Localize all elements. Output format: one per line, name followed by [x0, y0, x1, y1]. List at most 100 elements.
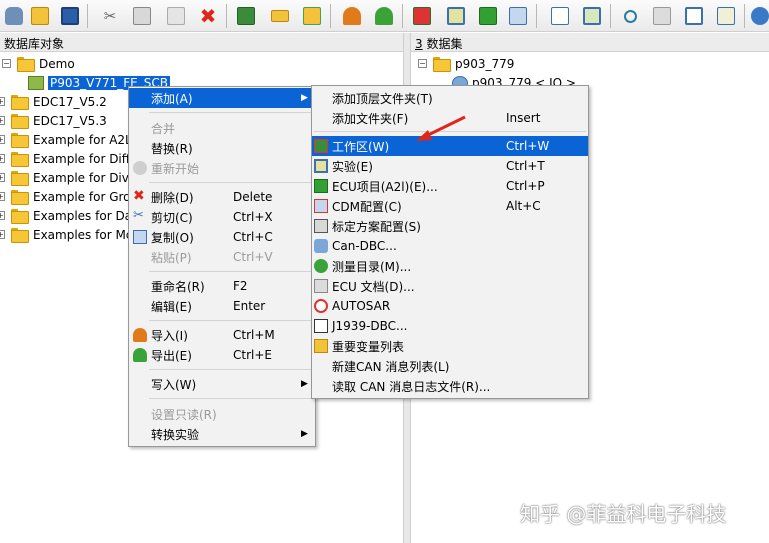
expand-toggle[interactable]: +: [0, 192, 5, 201]
expand-toggle[interactable]: +: [0, 211, 5, 220]
submenu-item-new-can-list[interactable]: 新建CAN 消息列表(L): [312, 356, 588, 376]
menu-item-import[interactable]: 导入(I) Ctrl+M: [129, 325, 315, 345]
ecu-icon[interactable]: [476, 4, 500, 28]
context-menu: 添加(A) ▶ 合并 替换(R) 重新开始 ✖ 删除(D) Delete ✂ 剪…: [128, 86, 316, 447]
menu-item-export[interactable]: 导出(E) Ctrl+E: [129, 345, 315, 365]
submenu-item-ecu-doc[interactable]: ECU 文档(D)...: [312, 276, 588, 296]
menu-separator: [149, 398, 313, 399]
report-icon[interactable]: [714, 4, 738, 28]
submenu-item-can-dbc[interactable]: Can-DBC...: [312, 236, 588, 256]
expand-toggle[interactable]: +: [0, 230, 5, 239]
menu-item-label: 重新开始: [151, 161, 200, 176]
submenu-arrow-icon: ▶: [301, 93, 308, 103]
menu-item-label: 添加文件夹(F): [332, 111, 409, 126]
submenu-item-j1939[interactable]: J1939-DBC...: [312, 316, 588, 336]
copy-icon[interactable]: [130, 4, 154, 28]
menu-item-shortcut: Enter: [233, 299, 266, 313]
menu-item-label: 读取 CAN 消息日志文件(R)...: [332, 379, 491, 394]
menu-item-label: 重要变量列表: [332, 339, 405, 354]
cut-icon[interactable]: ✂: [98, 4, 122, 28]
menu-item-restart[interactable]: 重新开始: [129, 158, 315, 178]
tree-item-label: Demo: [39, 56, 75, 71]
checklist-icon[interactable]: [548, 4, 572, 28]
submenu-item-add-top-folder[interactable]: 添加顶层文件夹(T): [312, 88, 588, 108]
menu-item-set-readonly[interactable]: 设置只读(R): [129, 404, 315, 424]
submenu-item-experiment[interactable]: 实验(E) Ctrl+T: [312, 156, 588, 176]
tree-item-demo[interactable]: − Demo: [2, 54, 75, 73]
save-icon[interactable]: [58, 4, 82, 28]
menu-item-paste[interactable]: 粘贴(P) Ctrl+V: [129, 247, 315, 267]
flag-icon[interactable]: [410, 4, 434, 28]
submenu-item-read-can-log[interactable]: 读取 CAN 消息日志文件(R)...: [312, 376, 588, 396]
menu-item-convert-experiment[interactable]: 转换实验 ▶: [129, 424, 315, 444]
tree-item-label: EDC17_V5.3: [33, 113, 107, 128]
pane-number: 3: [415, 37, 423, 51]
menu-item-delete[interactable]: ✖ 删除(D) Delete: [129, 187, 315, 207]
toolbar: ✂ ✖: [0, 0, 769, 32]
tree-item[interactable]: + Examples for Da: [0, 206, 132, 225]
menu-item-shortcut: Ctrl+C: [233, 230, 273, 244]
edit-window-icon[interactable]: [580, 4, 604, 28]
toolbar-separator: [402, 4, 403, 28]
menu-item-rename[interactable]: 重命名(R) F2: [129, 276, 315, 296]
tree-item[interactable]: + Example for A2L: [0, 130, 132, 149]
workspace-icon[interactable]: [234, 4, 258, 28]
expand-toggle[interactable]: +: [0, 135, 5, 144]
hierarchy-icon[interactable]: [268, 4, 292, 28]
collapse-toggle[interactable]: −: [2, 59, 11, 68]
menu-item-copy[interactable]: 复制(O) Ctrl+C: [129, 227, 315, 247]
measure-icon[interactable]: [444, 4, 468, 28]
menu-item-label: 剪切(C): [151, 210, 193, 225]
submenu-item-autosar[interactable]: AUTOSAR: [312, 296, 588, 316]
tree-item[interactable]: + EDC17_V5.3: [0, 111, 107, 130]
menu-item-label: 粘贴(P): [151, 250, 192, 265]
menu-item-shortcut: Ctrl+M: [233, 328, 275, 342]
menu-item-add[interactable]: 添加(A) ▶: [129, 88, 315, 108]
submenu-item-ecu-project[interactable]: ECU项目(A2l)(E)... Ctrl+P: [312, 176, 588, 196]
submenu-arrow-icon: ▶: [301, 379, 308, 389]
menu-separator: [149, 320, 313, 321]
menu-item-label: 导出(E): [151, 348, 192, 363]
tree-item[interactable]: + Examples for Mc: [0, 225, 132, 244]
database-icon[interactable]: [2, 4, 26, 28]
split-icon[interactable]: [682, 4, 706, 28]
menu-item-replace[interactable]: 替换(R): [129, 138, 315, 158]
menu-item-label: 工作区(W): [332, 139, 390, 154]
submenu-item-measure-catalog[interactable]: 测量目录(M)...: [312, 256, 588, 276]
submenu-item-important-vars[interactable]: 重要变量列表: [312, 336, 588, 356]
tree-item[interactable]: + Example for Dive: [0, 168, 136, 187]
submenu-item-calibration-config[interactable]: 标定方案配置(S): [312, 216, 588, 236]
menu-item-label: 新建CAN 消息列表(L): [332, 359, 450, 374]
search-icon[interactable]: [618, 4, 642, 28]
add-tree-icon[interactable]: [300, 4, 324, 28]
paste-icon[interactable]: [164, 4, 188, 28]
tree-item-p903-779[interactable]: − p903_779: [418, 54, 514, 73]
copy-doc-icon[interactable]: [650, 4, 674, 28]
menu-item-write[interactable]: 写入(W) ▶: [129, 374, 315, 394]
menu-item-label: 删除(D): [151, 190, 194, 205]
expand-toggle[interactable]: +: [0, 97, 5, 106]
export-icon[interactable]: [372, 4, 396, 28]
menu-item-cut[interactable]: ✂ 剪切(C) Ctrl+X: [129, 207, 315, 227]
menu-item-merge[interactable]: 合并: [129, 118, 315, 138]
expand-toggle[interactable]: +: [0, 154, 5, 163]
open-folder-icon[interactable]: [28, 4, 52, 28]
menu-separator: [149, 112, 313, 113]
collapse-toggle[interactable]: −: [418, 59, 427, 68]
expand-toggle[interactable]: +: [0, 116, 5, 125]
tree-item[interactable]: + Example for Diff: [0, 149, 130, 168]
expand-toggle[interactable]: +: [0, 173, 5, 182]
toolbar-separator: [744, 4, 745, 28]
submenu-item-cdm-config[interactable]: CDM配置(C) Alt+C: [312, 196, 588, 216]
package-icon: [28, 75, 44, 90]
menu-item-edit[interactable]: 编辑(E) Enter: [129, 296, 315, 316]
delete-icon[interactable]: ✖: [196, 4, 220, 28]
toolbar-separator: [610, 4, 611, 28]
tree-item[interactable]: + EDC17_V5.2: [0, 92, 107, 111]
globe-icon[interactable]: [748, 4, 769, 28]
document-icon: [314, 279, 328, 293]
compare-icon[interactable]: [506, 4, 530, 28]
experiment-icon: [314, 159, 328, 173]
tree-item[interactable]: + Example for Gro: [0, 187, 131, 206]
import-icon[interactable]: [340, 4, 364, 28]
